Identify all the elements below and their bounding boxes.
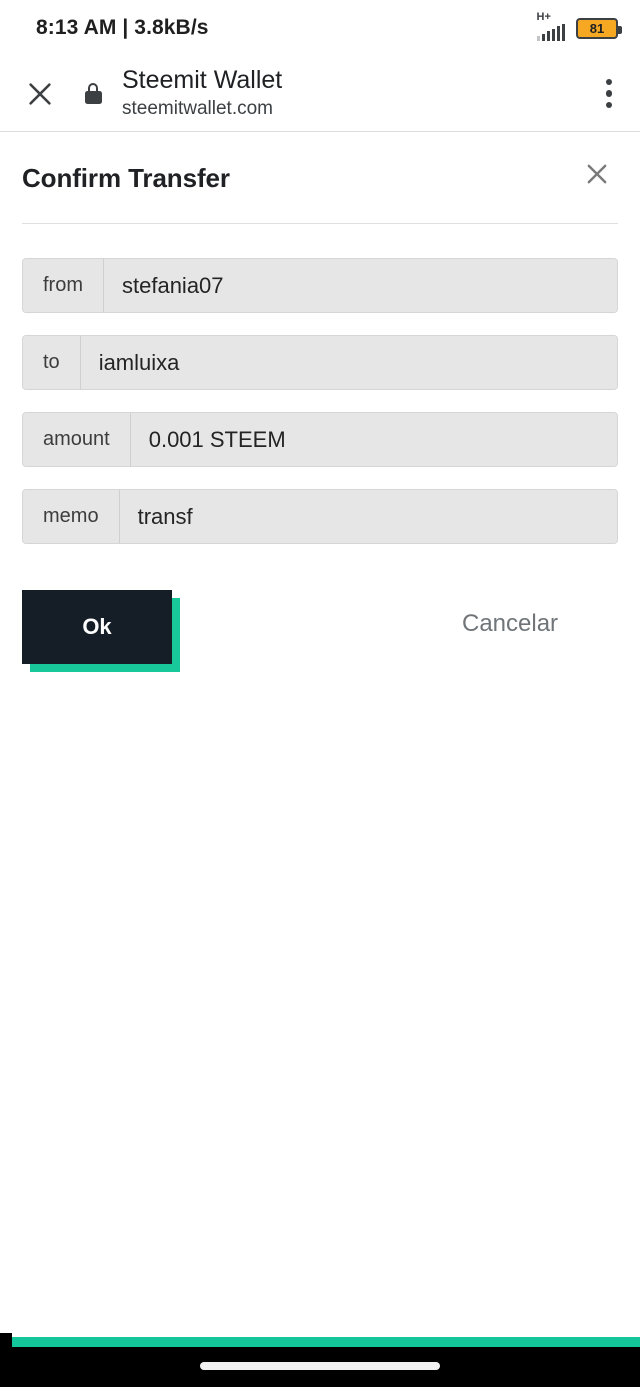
site-url: steemitwallet.com (122, 97, 273, 119)
overflow-menu-icon[interactable] (578, 62, 640, 126)
battery-icon: 81 (576, 17, 622, 39)
dialog-close-icon[interactable] (572, 149, 622, 199)
status-indicators: H+ 81 (536, 11, 622, 41)
close-icon[interactable] (8, 62, 72, 126)
system-navigation-bar (0, 1347, 640, 1387)
field-label-amount: amount (23, 413, 131, 466)
field-label-memo: memo (23, 490, 120, 543)
phone-screen: 8:13 AM | 3.8kB/s H+ 81 Steemit Wallet s… (0, 0, 640, 1387)
field-memo: memo transf (22, 489, 618, 544)
lock-icon[interactable] (74, 83, 112, 104)
field-from: from stefania07 (22, 258, 618, 313)
status-time-and-speed: 8:13 AM | 3.8kB/s (36, 16, 209, 39)
signal-strength-icon: H+ (536, 11, 565, 41)
browser-toolbar: Steemit Wallet steemitwallet.com (0, 56, 640, 132)
page-content: Confirm Transfer from stefania07 to iaml… (0, 133, 640, 1387)
home-indicator-pill[interactable] (200, 1362, 440, 1370)
page-title: Confirm Transfer (22, 162, 230, 193)
cancel-button[interactable]: Cancelar (462, 610, 558, 638)
network-type-label: H+ (536, 11, 551, 23)
transfer-fields: from stefania07 to iamluixa amount 0.001… (0, 224, 640, 544)
field-value-from: stefania07 (104, 259, 617, 312)
battery-level-label: 81 (589, 20, 605, 36)
field-to: to iamluixa (22, 335, 618, 390)
field-value-amount: 0.001 STEEM (130, 413, 617, 466)
field-value-to: iamluixa (80, 336, 617, 389)
status-bar: 8:13 AM | 3.8kB/s H+ 81 (0, 0, 640, 56)
site-info[interactable]: Steemit Wallet steemitwallet.com (122, 66, 578, 120)
confirm-button[interactable]: Ok (22, 590, 172, 664)
field-label-to: to (23, 336, 81, 389)
field-value-memo: transf (119, 490, 617, 543)
dialog-header: Confirm Transfer (0, 133, 640, 223)
field-label-from: from (23, 259, 104, 312)
dialog-actions: Ok Cancelar (0, 590, 640, 680)
confirm-button-wrap: Ok (22, 590, 180, 672)
field-amount: amount 0.001 STEEM (22, 412, 618, 467)
site-title: Steemit Wallet (122, 66, 283, 95)
bottom-accent-bar (10, 1337, 640, 1347)
signal-bars-icon (536, 24, 565, 41)
